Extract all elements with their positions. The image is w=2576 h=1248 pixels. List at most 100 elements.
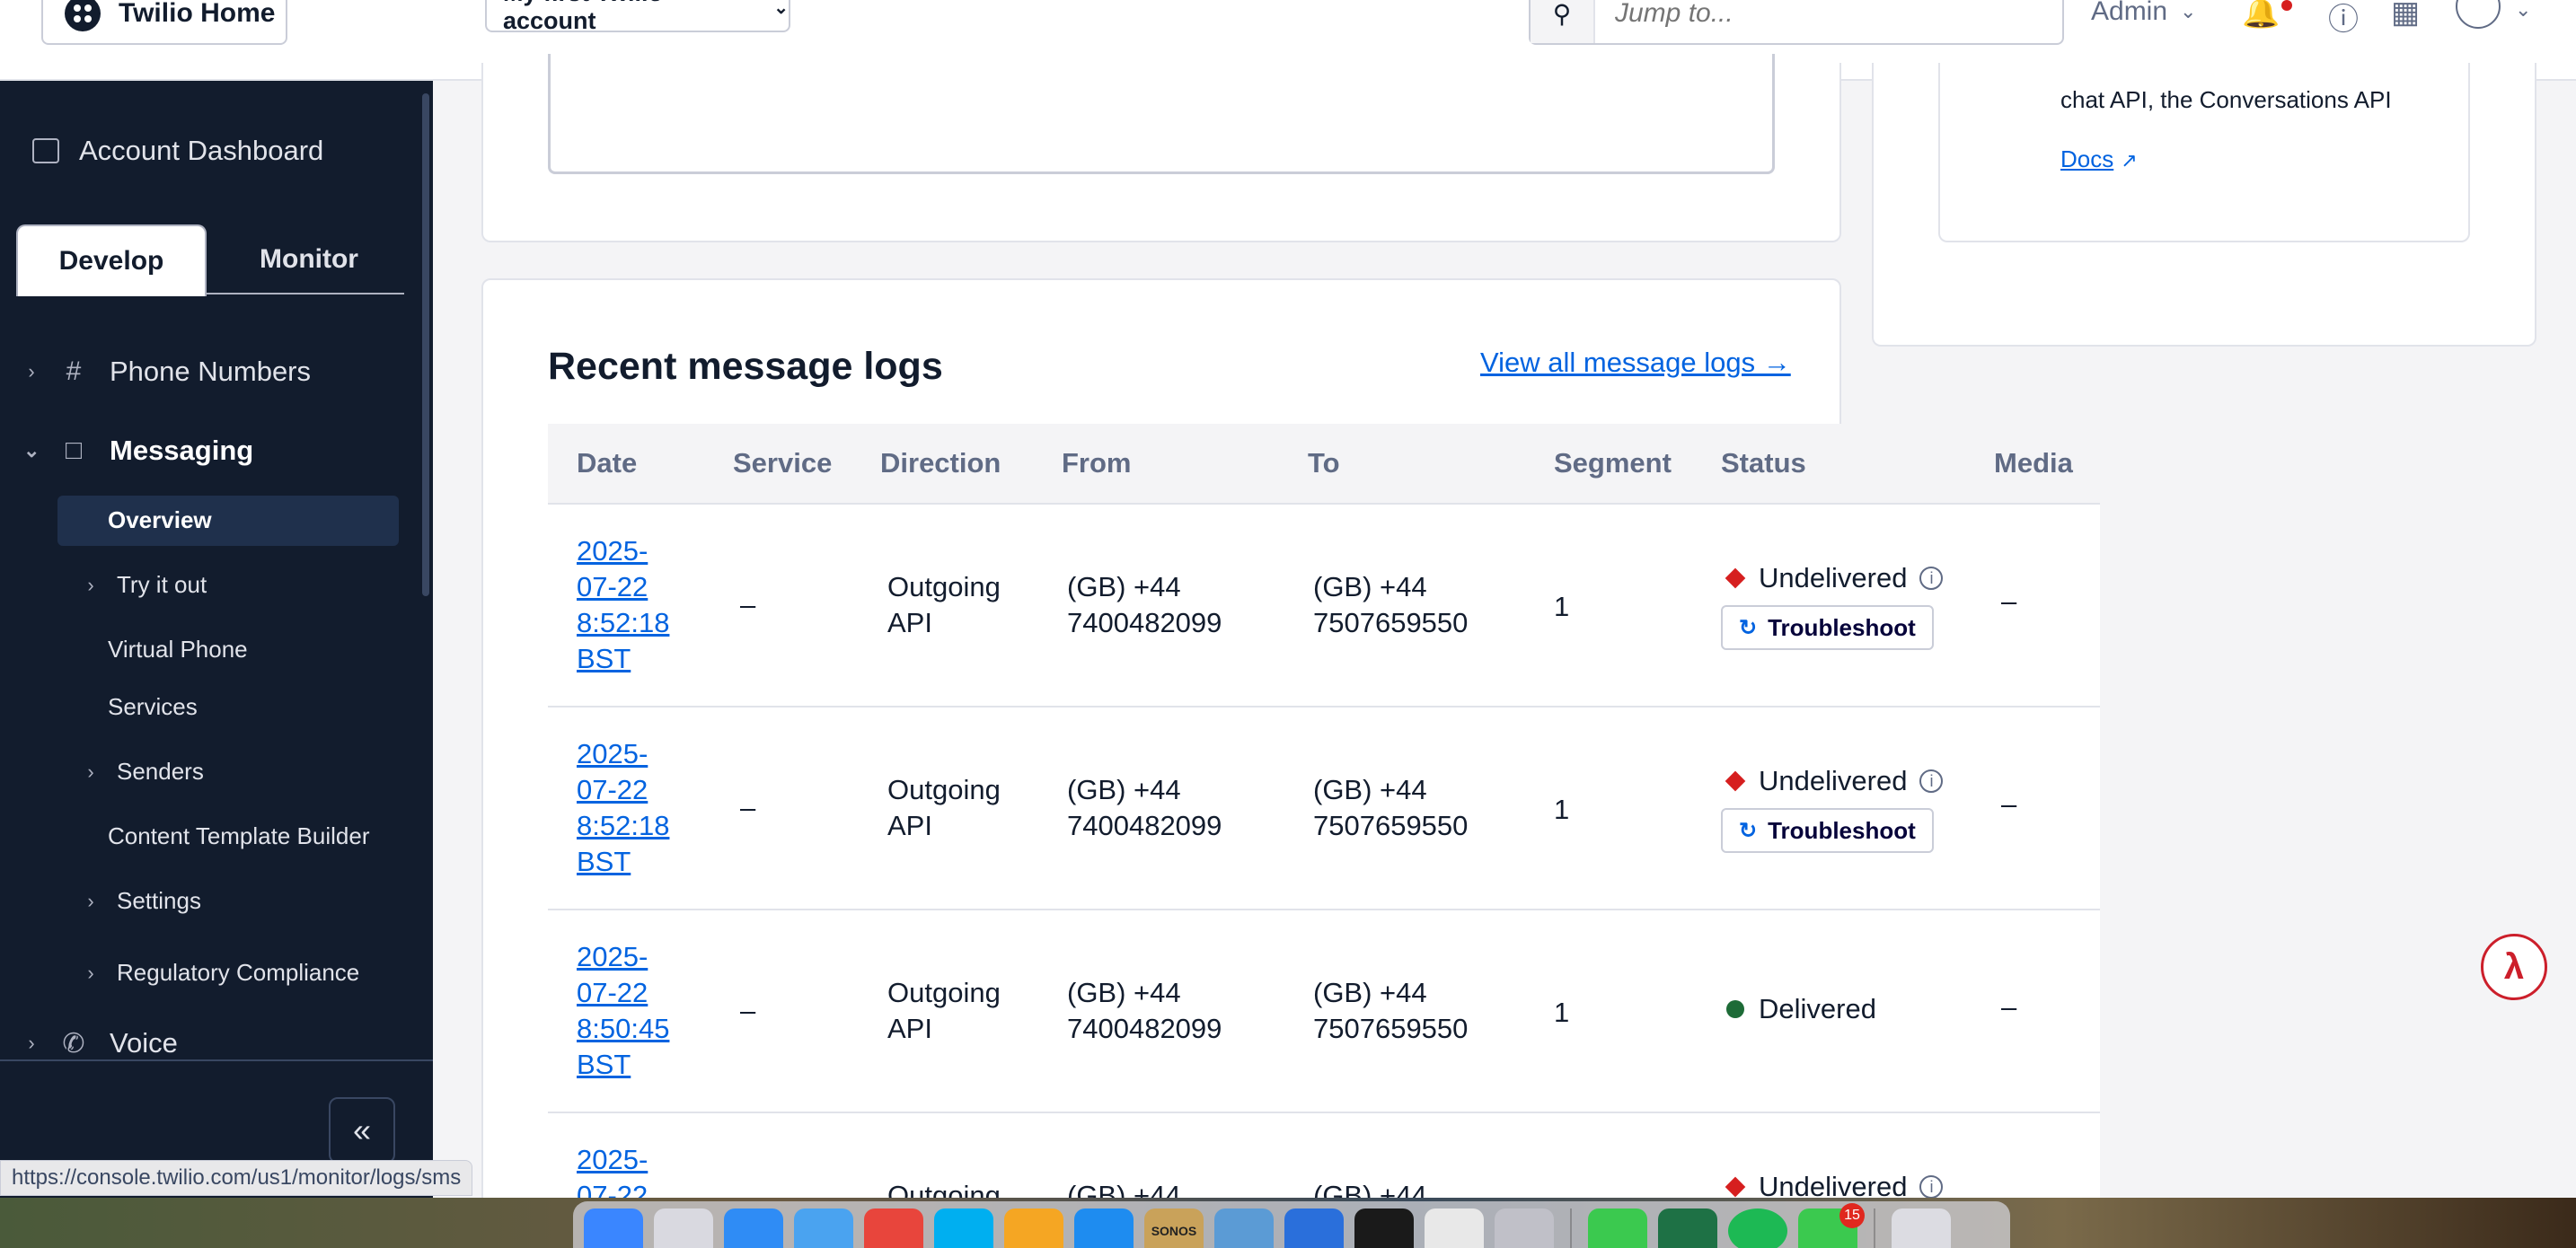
- sonos-icon[interactable]: SONOS: [1144, 1208, 1204, 1248]
- notification-dot: [2281, 0, 2292, 11]
- sidebar-item-content-template-builder[interactable]: Content Template Builder: [108, 822, 369, 850]
- sidebar-item-try-it-out[interactable]: › Try it out: [83, 571, 207, 599]
- launchpad-icon[interactable]: [654, 1208, 713, 1248]
- sidebar-item-label: Try it out: [117, 571, 207, 598]
- app-store-icon[interactable]: [1074, 1208, 1134, 1248]
- chevron-down-icon[interactable]: ⌄: [2515, 0, 2531, 22]
- tab-monitor[interactable]: Monitor: [214, 224, 404, 294]
- to-cell: (GB) +44 7507659550: [1313, 772, 1468, 844]
- account-dashboard-link[interactable]: Account Dashboard: [32, 135, 323, 167]
- column-header-status[interactable]: Status: [1721, 447, 1806, 479]
- sidebar-item-senders[interactable]: › Senders: [83, 758, 204, 786]
- user-avatar-icon[interactable]: [2456, 0, 2501, 29]
- iphone-mirroring-icon[interactable]: [1495, 1208, 1554, 1248]
- service-cell: –: [740, 792, 756, 823]
- sidebar-item-settings[interactable]: › Settings: [83, 887, 201, 915]
- date-line: 07-22: [577, 774, 648, 805]
- column-header-to[interactable]: To: [1308, 447, 1340, 479]
- direction-line: API: [887, 607, 932, 638]
- tab-develop[interactable]: Develop: [16, 224, 207, 296]
- media-cell: –: [2001, 991, 2017, 1023]
- mail-icon[interactable]: [794, 1208, 853, 1248]
- table-row: 2025- 07-22 8:50:45 BST – Outgoing API (…: [548, 910, 2100, 1113]
- chat-bubble-icon: □: [65, 435, 83, 465]
- date-link[interactable]: 2025- 07-22 8:50:45 BST: [577, 939, 693, 1083]
- troubleshoot-button[interactable]: ↻ Troubleshoot: [1721, 808, 1934, 853]
- date-line: 07-22: [577, 571, 648, 602]
- search-input[interactable]: [1595, 0, 2026, 29]
- sonos-label: SONOS: [1151, 1224, 1197, 1238]
- terminal-icon[interactable]: [1354, 1208, 1414, 1248]
- trash-icon[interactable]: [1892, 1208, 1951, 1248]
- messages-icon[interactable]: [1588, 1208, 1647, 1248]
- date-link[interactable]: 2025- 07-22 8:52:18 BST: [577, 533, 693, 677]
- phone-icon: ✆: [62, 1028, 85, 1059]
- admin-menu[interactable]: Admin ⌄: [2091, 0, 2196, 27]
- skype-icon[interactable]: [934, 1208, 993, 1248]
- sidebar-item-services[interactable]: Services: [108, 693, 198, 721]
- external-link-icon: ↗: [2121, 149, 2138, 171]
- direction-line: API: [887, 810, 932, 841]
- bell-icon[interactable]: 🔔: [2242, 0, 2280, 31]
- facetime-icon[interactable]: 15: [1798, 1203, 1865, 1248]
- account-selector[interactable]: My first Twilio account ⌄: [485, 0, 790, 34]
- direction-line: Outgoing: [887, 774, 1001, 805]
- chrome-icon[interactable]: [864, 1208, 923, 1248]
- column-header-from[interactable]: From: [1062, 447, 1132, 479]
- column-header-direction[interactable]: Direction: [880, 447, 1001, 479]
- status-text: Undelivered: [1759, 765, 1908, 796]
- apps-grid-icon[interactable]: ▦: [2391, 0, 2420, 31]
- recent-logs-title: Recent message logs: [548, 345, 943, 388]
- view-all-logs-link[interactable]: View all message logs →: [1480, 347, 1791, 379]
- to-line: 7507659550: [1313, 810, 1469, 841]
- direction-line: Outgoing: [887, 977, 1001, 1008]
- column-header-date[interactable]: Date: [577, 447, 637, 479]
- message-body-textarea[interactable]: [548, 54, 1775, 174]
- twilio-home-button[interactable]: Twilio Home: [41, 0, 287, 45]
- troubleshoot-button[interactable]: ↻ Troubleshoot: [1721, 605, 1934, 650]
- pages-icon[interactable]: [1004, 1208, 1063, 1248]
- info-icon[interactable]: i: [1919, 1175, 1944, 1199]
- sidebar-item-messaging[interactable]: ⌄ □ Messaging: [23, 435, 253, 467]
- date-link[interactable]: 2025- 07-22 8:52:18 BST: [577, 736, 693, 880]
- chevron-right-icon: ›: [87, 961, 94, 984]
- column-header-media[interactable]: Media: [1994, 447, 2073, 479]
- column-header-segment[interactable]: Segment: [1554, 447, 1672, 479]
- column-header-service[interactable]: Service: [733, 447, 832, 479]
- from-line: 7400482099: [1067, 607, 1222, 638]
- sidebar-item-virtual-phone[interactable]: Virtual Phone: [108, 636, 248, 664]
- sidebar-item-voice[interactable]: › ✆ Voice: [23, 1027, 178, 1059]
- error-diamond-icon: [1725, 567, 1746, 589]
- simulator-icon[interactable]: [1284, 1208, 1344, 1248]
- spotify-icon[interactable]: [1728, 1208, 1787, 1248]
- info-icon[interactable]: i: [1919, 567, 1944, 590]
- success-dot-icon: [1726, 1000, 1744, 1018]
- safari-icon[interactable]: [724, 1208, 783, 1248]
- sidebar-item-label: Virtual Phone: [108, 636, 248, 663]
- chevron-right-icon: ›: [28, 1032, 35, 1054]
- help-icon[interactable]: ⓘ: [2328, 0, 2359, 39]
- status-cell: Undelivered i: [1725, 560, 1944, 596]
- freeform-icon[interactable]: [1425, 1208, 1484, 1248]
- jump-to-search[interactable]: ⚲: [1529, 0, 2064, 45]
- collapse-sidebar-button[interactable]: «: [329, 1097, 395, 1164]
- info-icon[interactable]: i: [1919, 769, 1944, 793]
- sidebar-item-label: Voice: [110, 1027, 178, 1059]
- segment-cell: 1: [1554, 997, 1570, 1028]
- troubleshoot-label: Troubleshoot: [1768, 816, 1916, 844]
- sidebar-item-regulatory-compliance[interactable]: › Regulatory Compliance: [83, 959, 359, 987]
- sidebar-item-phone-numbers[interactable]: › # Phone Numbers: [23, 356, 311, 388]
- xcode-icon[interactable]: [1214, 1208, 1274, 1248]
- chevron-down-icon: ⌄: [23, 439, 40, 461]
- docs-link[interactable]: Docs ↗: [2060, 145, 2138, 173]
- dashboard-icon: [32, 138, 59, 163]
- sidebar-item-overview[interactable]: Overview: [108, 506, 212, 534]
- pdf-extension-icon[interactable]: λ: [2481, 934, 2547, 1000]
- finder-icon[interactable]: [584, 1208, 643, 1248]
- excel-icon[interactable]: [1658, 1208, 1717, 1248]
- segment-cell: 1: [1554, 591, 1570, 622]
- to-line: (GB) +44: [1313, 977, 1427, 1008]
- service-cell: –: [740, 589, 756, 620]
- date-line: BST: [577, 846, 631, 877]
- sidebar-scrollbar[interactable]: [422, 93, 429, 596]
